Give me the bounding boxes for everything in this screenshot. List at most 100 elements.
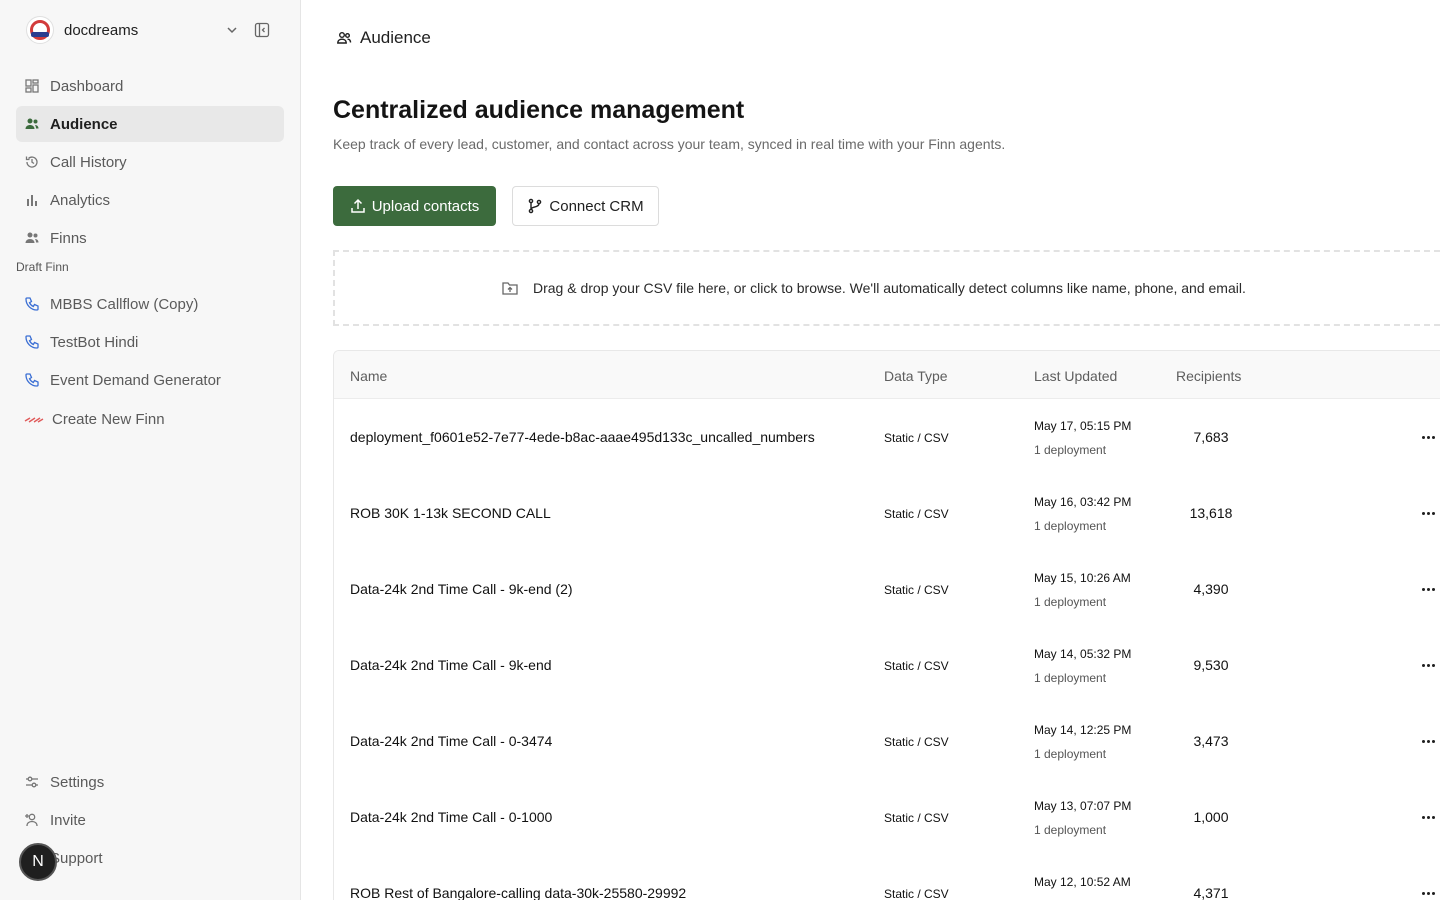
sidebar-item-draft-testbot[interactable]: TestBot Hindi bbox=[16, 324, 284, 360]
workspace-name: docdreams bbox=[64, 21, 139, 39]
sidebar-item-finns[interactable]: Finns bbox=[16, 220, 284, 256]
table-row[interactable]: deployment_f0601e52-7e77-4ede-b8ac-aaae4… bbox=[334, 399, 1440, 475]
sidebar-item-call-history[interactable]: Call History bbox=[16, 144, 284, 180]
row-last-updated: May 16, 03:42 PM bbox=[1034, 495, 1132, 509]
row-last-updated: May 15, 10:26 AM bbox=[1034, 571, 1131, 585]
users-icon bbox=[25, 118, 39, 129]
table-row[interactable]: ROB 30K 1-13k SECOND CALL Static / CSV May… bbox=[334, 475, 1440, 551]
sidebar-item-invite[interactable]: Invite bbox=[16, 802, 284, 838]
phone-icon bbox=[25, 297, 39, 311]
row-name[interactable]: Data-24k 2nd Time Call - 9k-end bbox=[350, 657, 552, 673]
sidebar-item-dashboard[interactable]: Dashboard bbox=[16, 68, 284, 104]
git-branch-icon bbox=[529, 198, 542, 214]
row-data-type: Static / CSV bbox=[884, 659, 949, 673]
row-last-updated: May 17, 05:15 PM bbox=[1034, 419, 1132, 433]
table-row[interactable]: Data-24k 2nd Time Call - 0-1000 Static / … bbox=[334, 779, 1440, 855]
upload-contacts-button[interactable]: Upload contacts bbox=[333, 186, 496, 226]
row-deployments: 1 deployment bbox=[1034, 823, 1107, 837]
workspace-logo bbox=[26, 16, 54, 44]
row-recipients: 4,371 bbox=[1193, 885, 1229, 900]
row-last-updated: May 14, 05:32 PM bbox=[1034, 647, 1132, 661]
sidebar-item-label: Settings bbox=[50, 773, 105, 791]
more-options-icon[interactable] bbox=[1414, 809, 1440, 825]
row-recipients: 1,000 bbox=[1193, 809, 1229, 825]
section-label-draft-finn: Draft Finn bbox=[16, 260, 69, 274]
users-icon bbox=[25, 232, 39, 243]
table-row[interactable]: Data-24k 2nd Time Call - 9k-end (2) Stati… bbox=[334, 551, 1440, 627]
more-options-icon[interactable] bbox=[1414, 429, 1440, 445]
history-icon bbox=[25, 156, 38, 168]
workspace-switcher[interactable]: docdreams bbox=[26, 16, 286, 44]
table-row[interactable]: Data-24k 2nd Time Call - 0-3474 Static / … bbox=[334, 703, 1440, 779]
row-recipients: 9,530 bbox=[1193, 657, 1229, 673]
sidebar-item-draft-event[interactable]: Event Demand Generator bbox=[16, 362, 284, 398]
row-recipients: 3,473 bbox=[1193, 733, 1229, 749]
page-title: Centralized audience management bbox=[333, 96, 745, 124]
table-row[interactable]: ROB Rest of Bangalore-calling data-30k-2… bbox=[334, 855, 1440, 900]
column-header-recipients[interactable]: Recipients bbox=[1176, 368, 1241, 384]
more-options-icon[interactable] bbox=[1414, 505, 1440, 521]
ellipsis-dots bbox=[1421, 891, 1435, 895]
ellipsis-dots bbox=[1421, 739, 1435, 743]
phone-icon bbox=[25, 335, 39, 349]
sidebar-item-settings[interactable]: Settings bbox=[16, 764, 284, 800]
row-data-type: Static / CSV bbox=[884, 887, 949, 900]
sidebar-item-analytics[interactable]: Analytics bbox=[16, 182, 284, 218]
row-data-type: Static / CSV bbox=[884, 431, 949, 445]
more-options-icon[interactable] bbox=[1414, 885, 1440, 900]
sidebar-item-label: Call History bbox=[50, 153, 127, 171]
ellipsis-dots bbox=[1421, 663, 1435, 667]
row-name[interactable]: Data-24k 2nd Time Call - 0-1000 bbox=[350, 809, 552, 825]
upload-icon bbox=[350, 198, 365, 213]
row-recipients: 7,683 bbox=[1193, 429, 1229, 445]
sidebar-item-label: Finns bbox=[50, 229, 87, 247]
row-data-type: Static / CSV bbox=[884, 583, 949, 597]
row-name[interactable]: ROB 30K 1-13k SECOND CALL bbox=[350, 505, 551, 521]
row-data-type: Static / CSV bbox=[884, 811, 949, 825]
collapse-sidebar-icon[interactable] bbox=[254, 22, 270, 38]
breadcrumb-label: Audience bbox=[360, 28, 431, 47]
row-deployments: 1 deployment bbox=[1034, 747, 1107, 761]
column-header-last-updated[interactable]: Last Updated bbox=[1034, 368, 1117, 384]
sidebar-item-label: Event Demand Generator bbox=[50, 371, 221, 389]
row-deployments: 1 deployment bbox=[1034, 443, 1107, 457]
column-header-name[interactable]: Name bbox=[350, 368, 387, 384]
folder-upload-icon bbox=[502, 282, 518, 295]
row-name[interactable]: Data-24k 2nd Time Call - 0-3474 bbox=[350, 733, 552, 749]
connect-crm-button[interactable]: Connect CRM bbox=[512, 186, 659, 226]
row-deployments: 1 deployment bbox=[1034, 519, 1107, 533]
chevron-down-icon[interactable] bbox=[224, 22, 240, 38]
finn-logo-icon bbox=[24, 417, 44, 423]
column-header-data-type[interactable]: Data Type bbox=[884, 368, 948, 384]
csv-dropzone[interactable]: Drag & drop your CSV file here, or click… bbox=[333, 250, 1440, 326]
add-user-icon bbox=[25, 813, 38, 827]
sidebar: docdreams Dashboard Audience Call Histor… bbox=[0, 0, 301, 900]
ellipsis-dots bbox=[1421, 435, 1435, 439]
sidebar-item-label: Invite bbox=[50, 811, 86, 829]
sidebar-item-draft-mbbs[interactable]: MBBS Callflow (Copy) bbox=[16, 286, 284, 322]
dashboard-icon bbox=[25, 79, 39, 93]
row-deployments: 1 deployment bbox=[1034, 671, 1107, 685]
sidebar-item-audience[interactable]: Audience bbox=[16, 106, 284, 142]
upload-contacts-label: Upload contacts bbox=[371, 197, 480, 215]
sidebar-item-label: Create New Finn bbox=[52, 410, 165, 428]
more-options-icon[interactable] bbox=[1414, 657, 1440, 673]
sidebar-item-create-new-finn[interactable]: Create New Finn bbox=[16, 401, 284, 437]
avatar[interactable]: N bbox=[19, 843, 57, 881]
settings-sliders-icon bbox=[26, 776, 38, 788]
row-recipients: 13,618 bbox=[1189, 505, 1233, 521]
row-name[interactable]: Data-24k 2nd Time Call - 9k-end (2) bbox=[350, 581, 573, 597]
page-subtitle: Keep track of every lead, customer, and … bbox=[333, 136, 1006, 152]
more-options-icon[interactable] bbox=[1414, 581, 1440, 597]
row-name[interactable]: deployment_f0601e52-7e77-4ede-b8ac-aaae4… bbox=[350, 429, 815, 445]
ellipsis-dots bbox=[1421, 815, 1435, 819]
sidebar-item-label: Audience bbox=[50, 115, 118, 133]
breadcrumb: Audience bbox=[336, 28, 431, 48]
table-row[interactable]: Data-24k 2nd Time Call - 9k-end Static / … bbox=[334, 627, 1440, 703]
more-options-icon[interactable] bbox=[1414, 733, 1440, 749]
row-last-updated: May 13, 07:07 PM bbox=[1034, 799, 1132, 813]
sidebar-item-label: MBBS Callflow (Copy) bbox=[50, 295, 199, 313]
row-name[interactable]: ROB Rest of Bangalore-calling data-30k-2… bbox=[350, 885, 686, 900]
phone-icon bbox=[25, 373, 39, 387]
row-last-updated: May 14, 12:25 PM bbox=[1034, 723, 1132, 737]
